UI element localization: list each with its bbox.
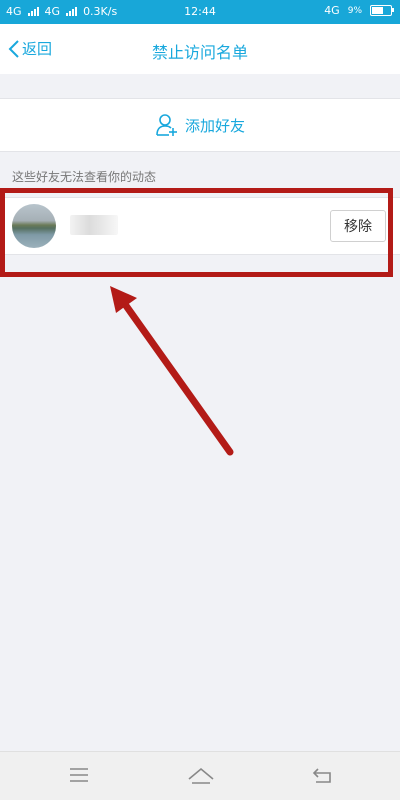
add-friend-label: 添加好友	[184, 116, 245, 135]
network-type-right: 4G	[324, 4, 340, 17]
add-friend-button[interactable]: 添加好友	[0, 98, 400, 152]
menu-icon[interactable]	[68, 766, 90, 784]
battery-text: 9%	[347, 5, 362, 16]
highlight-box	[0, 188, 393, 277]
section-caption: 这些好友无法查看你的动态	[12, 170, 157, 184]
nav-bar: 返回 禁止访问名单	[0, 24, 400, 74]
status-bar: 4G 4G 0.3K/s 12:44 4G 9%	[0, 0, 400, 24]
back-nav-icon[interactable]	[311, 766, 335, 786]
system-nav-bar	[0, 751, 400, 800]
battery-icon	[370, 5, 394, 16]
home-icon[interactable]	[187, 766, 215, 786]
add-user-icon	[156, 114, 177, 136]
page-title: 禁止访问名单	[151, 43, 248, 62]
